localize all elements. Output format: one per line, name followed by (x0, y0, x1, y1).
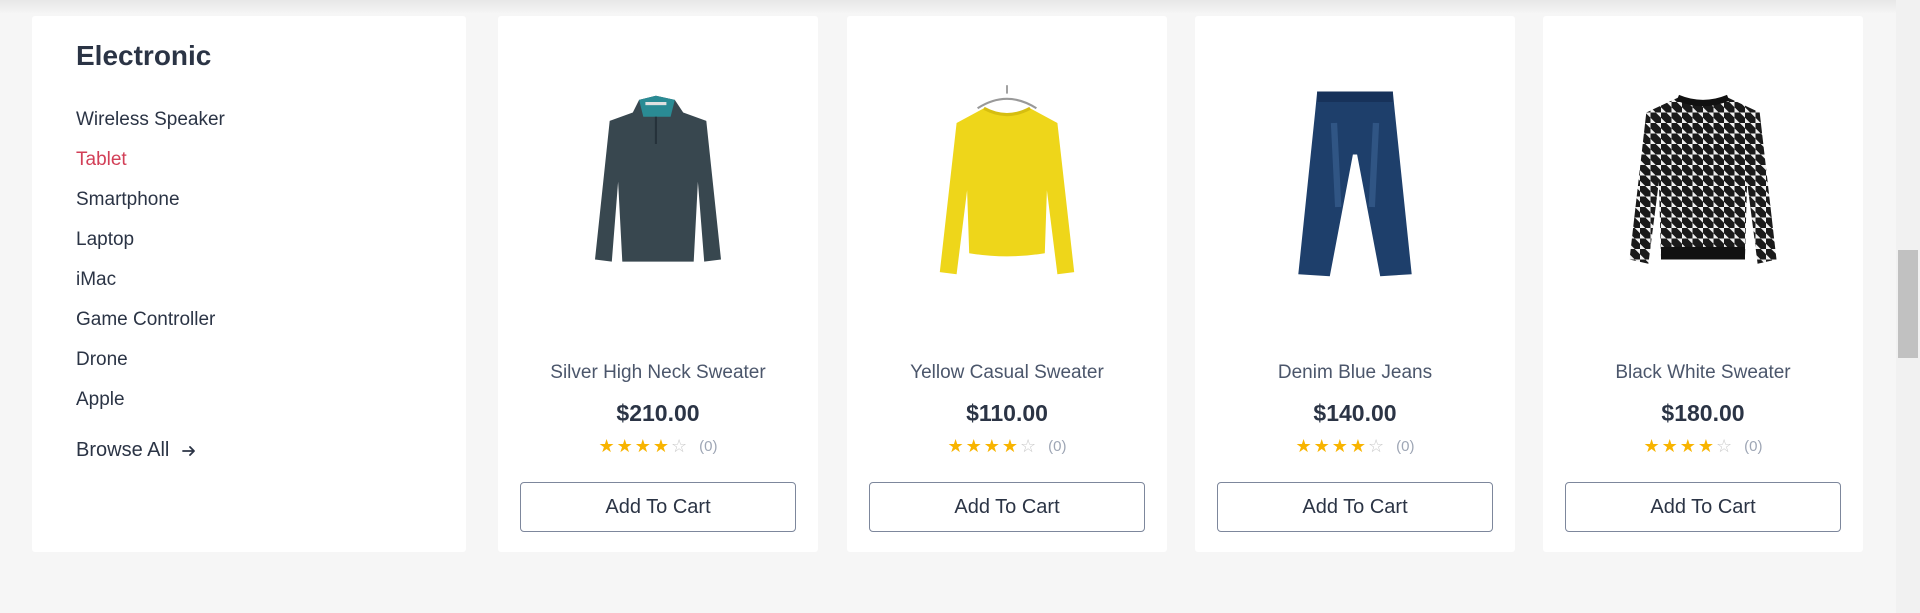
star-icon: ★ (1331, 436, 1348, 456)
product-name[interactable]: Black White Sweater (1543, 362, 1863, 384)
category-item-smartphone[interactable]: Smartphone (76, 180, 225, 220)
star-icon: ★ (1295, 436, 1312, 456)
product-card[interactable]: Yellow Casual Sweater $110.00 ★ ★ ★ ★ ☆ … (847, 16, 1167, 552)
arrow-right-icon (182, 445, 196, 456)
star-outline-icon: ☆ (1020, 436, 1037, 456)
category-panel: Electronic Wireless Speaker Tablet Smart… (32, 16, 466, 552)
yellow-sweater-image (939, 85, 1075, 275)
category-item-apple[interactable]: Apple (76, 380, 225, 420)
product-image[interactable] (847, 66, 1167, 306)
product-card[interactable]: Silver High Neck Sweater $210.00 ★ ★ ★ ★… (498, 16, 818, 552)
product-price: $110.00 (966, 400, 1048, 426)
product-name[interactable]: Yellow Casual Sweater (847, 362, 1167, 384)
star-icon: ★ (1313, 436, 1330, 456)
star-icon: ★ (965, 436, 982, 456)
star-icon: ★ (634, 436, 651, 456)
add-to-cart-button[interactable]: Add To Cart (1217, 482, 1493, 532)
product-price: $210.00 (616, 400, 700, 426)
product-price: $180.00 (1661, 400, 1745, 426)
product-rating: ★ ★ ★ ★ ☆ (0) (847, 436, 1167, 457)
category-item-drone[interactable]: Drone (76, 340, 225, 380)
top-shadow (0, 0, 1896, 14)
category-item-wireless-speaker[interactable]: Wireless Speaker (76, 100, 225, 140)
scrollbar-thumb[interactable] (1898, 250, 1918, 358)
category-item-laptop[interactable]: Laptop (76, 220, 225, 260)
product-rating: ★ ★ ★ ★ ☆ (0) (1543, 436, 1863, 457)
star-outline-icon: ☆ (671, 436, 688, 456)
browse-all-link[interactable]: Browse All (76, 439, 197, 462)
product-image[interactable] (498, 66, 818, 306)
browse-all-label: Browse All (76, 439, 170, 461)
review-count: (0) (1744, 438, 1763, 455)
star-outline-icon: ☆ (1716, 436, 1733, 456)
product-image[interactable] (1543, 66, 1863, 306)
category-title: Electronic (76, 40, 212, 71)
star-icon: ★ (947, 436, 964, 456)
product-rating: ★ ★ ★ ★ ☆ (0) (498, 436, 818, 457)
star-icon: ★ (616, 436, 633, 456)
product-card[interactable]: Black White Sweater $180.00 ★ ★ ★ ★ ☆ (0… (1543, 16, 1863, 552)
product-name[interactable]: Silver High Neck Sweater (498, 362, 818, 384)
category-item-imac[interactable]: iMac (76, 260, 225, 300)
category-item-tablet[interactable]: Tablet (76, 140, 225, 180)
review-count: (0) (1048, 438, 1067, 455)
denim-jeans-image (1298, 91, 1412, 277)
star-icon: ★ (983, 436, 1000, 456)
star-icon: ★ (1679, 436, 1696, 456)
star-icon: ★ (598, 436, 615, 456)
star-icon: ★ (1643, 436, 1660, 456)
product-price: $140.00 (1313, 400, 1397, 426)
high-neck-sweater-image (595, 95, 721, 262)
review-count: (0) (699, 438, 718, 455)
product-image[interactable] (1195, 66, 1515, 306)
category-item-game-controller[interactable]: Game Controller (76, 300, 225, 340)
star-icon: ★ (1001, 436, 1019, 456)
add-to-cart-button[interactable]: Add To Cart (869, 482, 1145, 532)
scrollbar-track[interactable] (1896, 0, 1920, 613)
category-list: Wireless Speaker Tablet Smartphone Lapto… (76, 100, 225, 420)
product-rating: ★ ★ ★ ★ ☆ (0) (1195, 436, 1515, 457)
add-to-cart-button[interactable]: Add To Cart (1565, 482, 1841, 532)
houndstooth-sweater-image (1629, 94, 1777, 264)
product-card[interactable]: Denim Blue Jeans $140.00 ★ ★ ★ ★ ☆ (0) A… (1195, 16, 1515, 552)
star-icon: ★ (652, 436, 670, 456)
review-count: (0) (1396, 438, 1415, 455)
star-icon: ★ (1697, 436, 1715, 456)
product-name[interactable]: Denim Blue Jeans (1195, 362, 1515, 384)
add-to-cart-button[interactable]: Add To Cart (520, 482, 796, 532)
star-outline-icon: ☆ (1368, 436, 1385, 456)
star-icon: ★ (1349, 436, 1367, 456)
star-icon: ★ (1661, 436, 1678, 456)
